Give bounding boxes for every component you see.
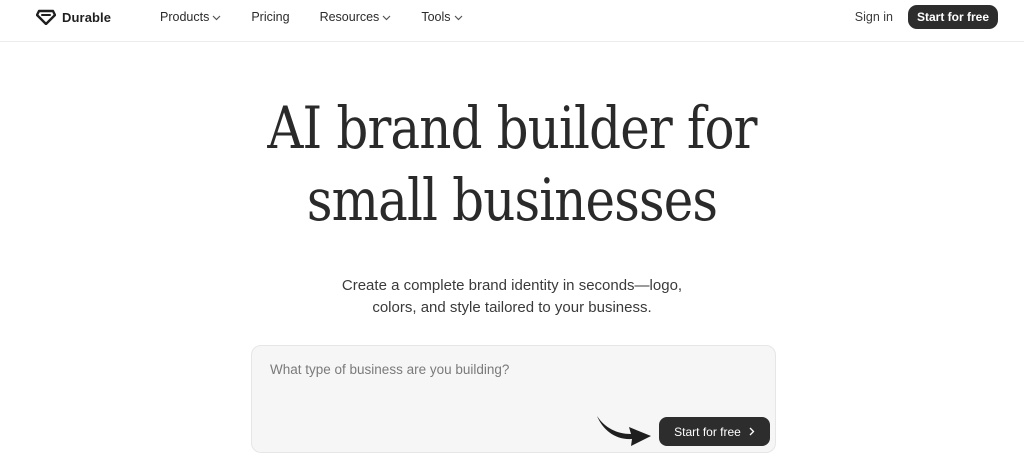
nav-item-tools[interactable]: Tools (421, 10, 462, 24)
sign-in-link[interactable]: Sign in (855, 8, 893, 26)
hero-subtitle-line-2: colors, and style tailored to your busin… (372, 299, 652, 316)
nav-item-label: Products (160, 10, 210, 24)
header-start-for-free-button[interactable]: Start for free (908, 5, 998, 29)
durable-logo-link[interactable]: Durable (36, 8, 111, 26)
hero-title-line-1: AI brand builder for (267, 94, 757, 162)
nav-item-label: Resources (319, 10, 380, 24)
chevron-down-icon (454, 15, 462, 20)
prompt-start-for-free-button[interactable]: Start for free (659, 417, 770, 446)
nav-item-resources[interactable]: Resources (320, 10, 392, 24)
nav-item-pricing[interactable]: Pricing (251, 10, 289, 24)
chevron-right-icon (749, 427, 755, 436)
top-navigation-bar: Durable Products Pricing Resources Tools… (0, 0, 1024, 42)
hero-subtitle-line-1: Create a complete brand identity in seco… (341, 277, 683, 294)
business-type-input[interactable] (270, 358, 750, 380)
hero-subtitle: Create a complete brand identity in seco… (0, 275, 1024, 319)
nav-item-label: Pricing (251, 10, 290, 24)
chevron-down-icon (382, 15, 391, 20)
nav-item-products[interactable]: Products (160, 10, 221, 24)
nav-item-label: Tools (421, 10, 451, 24)
business-prompt-box: Start for free (251, 345, 776, 453)
hero-title: AI brand builder for small businesses (72, 92, 953, 236)
logo-text: Durable (62, 9, 112, 25)
diamond-logo-icon (36, 9, 56, 25)
prompt-cta-label: Start for free (674, 424, 741, 439)
curved-arrow-icon (597, 416, 651, 446)
chevron-down-icon (212, 15, 221, 20)
main-nav: Products Pricing Resources Tools (160, 8, 493, 26)
hero-title-line-2: small businesses (306, 166, 718, 234)
